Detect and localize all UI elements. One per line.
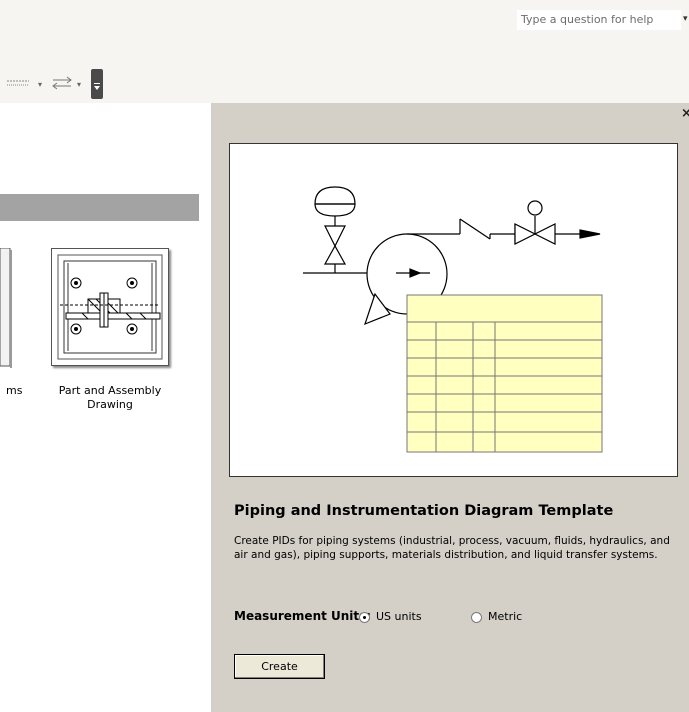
previous-template-thumbnail[interactable] (0, 248, 13, 368)
gallery-group-header (0, 194, 199, 221)
help-search-input[interactable]: Type a question for help (517, 10, 681, 30)
line-ends-dropdown-icon[interactable]: ▾ (77, 80, 81, 89)
radio-selected-dot (363, 616, 366, 619)
radio-us-units[interactable] (359, 612, 370, 623)
part-assembly-thumbnail-icon (57, 254, 163, 360)
toolbar-options-line (94, 83, 100, 84)
measurement-units-label: Measurement Units: (234, 609, 372, 623)
previous-template-label: ms (6, 384, 23, 397)
toolbar-options-arrow (94, 86, 100, 90)
toolbar-area: Type a question for help ▾ ▾ ▾ (0, 0, 689, 103)
template-title: Piping and Instrumentation Diagram Templ… (234, 503, 614, 519)
us-units-label: US units (376, 610, 422, 623)
part-assembly-label: Part and Assembly Drawing (58, 384, 162, 411)
help-dropdown-icon[interactable]: ▾ (683, 14, 688, 24)
template-description: Create PIDs for piping systems (industri… (234, 535, 670, 561)
pid-diagram-preview (303, 186, 603, 453)
part-assembly-thumbnail[interactable] (51, 248, 169, 366)
template-preview (229, 143, 678, 477)
close-icon[interactable]: × (681, 106, 689, 121)
metric-label: Metric (488, 610, 523, 623)
radio-metric[interactable] (471, 612, 482, 623)
line-style-dropdown-icon[interactable]: ▾ (38, 80, 42, 89)
create-button[interactable]: Create (234, 654, 325, 679)
line-ends-icon[interactable] (51, 74, 73, 92)
line-style-icon[interactable] (4, 78, 30, 90)
toolbar-options-icon[interactable] (91, 69, 103, 99)
